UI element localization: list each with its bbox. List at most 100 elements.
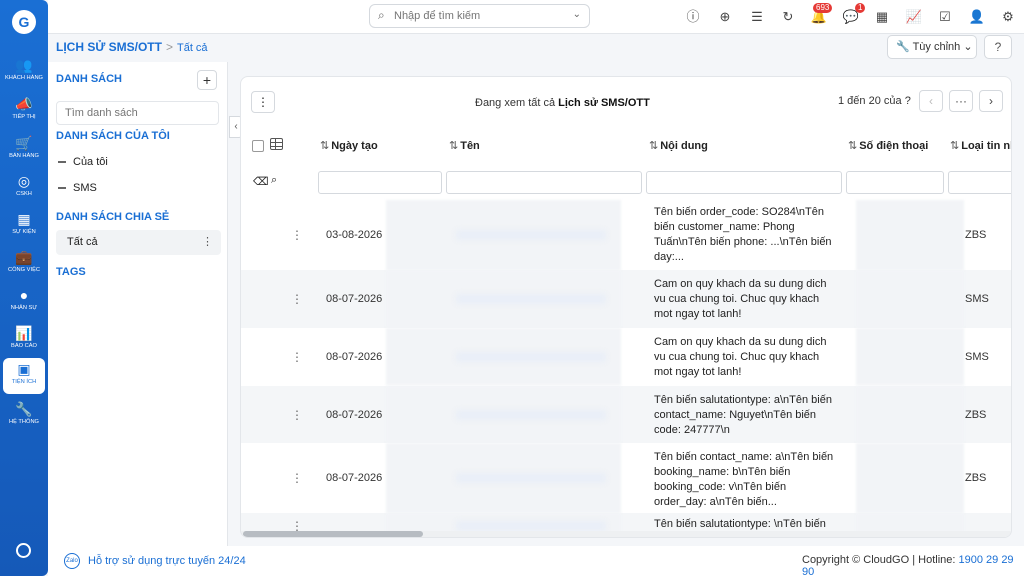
breadcrumb: LỊCH SỬ SMS/OTT > Tất cả <box>56 40 208 54</box>
add-list-button[interactable]: + <box>197 70 217 90</box>
rail-item-calendar[interactable]: ▦ SỰ KIỆN <box>3 208 45 244</box>
wrench-icon: 🔧 <box>896 41 910 53</box>
cloudgo-logo[interactable]: G <box>12 10 36 34</box>
row-message-type: ZBS <box>965 472 987 484</box>
lists-heading: DANH SÁCH <box>56 73 122 85</box>
list-icon[interactable]: ☰ <box>748 8 766 26</box>
global-search[interactable]: ⌕ ⌄ <box>369 4 590 28</box>
add-icon[interactable]: ⊕ <box>716 8 734 26</box>
list-search-input[interactable] <box>56 101 219 125</box>
clear-filter-icon[interactable]: ⌫ <box>253 175 269 188</box>
breadcrumb-current[interactable]: Tất cả <box>177 42 208 54</box>
row-content: Cam on quy khach da su dung dich vu cua … <box>654 336 827 378</box>
rail-item-label: TIỆN ÍCH <box>11 379 37 385</box>
chevron-down-icon: ⌄ <box>963 41 973 53</box>
search-input[interactable] <box>394 8 564 24</box>
records-table-card: ⋮ Đang xem tất cả Lịch sử SMS/OTT 1 đến … <box>240 76 1012 538</box>
rail-item-megaphone[interactable]: 📣 TIẾP THỊ <box>3 93 45 129</box>
top-bar: ⌕ ⌄ ⓘ ⊕ ☰ ↻ 🔔 693 💬 1 ▦ 📈 ☑ 👤 ⚙ <box>48 0 1024 34</box>
redacted-name-text <box>456 410 606 420</box>
row-menu-icon[interactable]: ⋮ <box>291 408 303 422</box>
table-row[interactable]: ⋮ 08-07-2026 Cam on quy khach da su dung d… <box>241 270 1011 328</box>
row-menu-icon[interactable]: ⋮ <box>291 228 303 242</box>
table-row[interactable]: ⋮ 08-07-2026 Cam on quy khach da su dung d… <box>241 328 1011 385</box>
page-title[interactable]: LỊCH SỬ SMS/OTT <box>56 40 162 54</box>
left-rail: G 👥 KHÁCH HÀNG 📣 TIẾP THỊ 🛒 BÁN HÀNG ◎ CSKH ▦ SỰ … <box>0 0 48 576</box>
prev-page-button[interactable]: ‹ <box>919 90 943 112</box>
table-row[interactable]: ⋮ 08-07-2026 Tên biến salutationtype: a\nT… <box>241 386 1011 443</box>
redacted-name-text <box>456 230 606 240</box>
filter-name[interactable] <box>446 171 642 194</box>
chart-icon[interactable]: 📈 <box>905 8 923 26</box>
column-name[interactable]: ⇅ Tên <box>449 139 480 152</box>
list-item-sms[interactable]: SMS <box>58 182 97 194</box>
next-page-button[interactable]: › <box>979 90 1003 112</box>
select-all-checkbox[interactable] <box>252 140 264 152</box>
filter-created-date[interactable] <box>318 171 442 194</box>
list-item-mine[interactable]: Của tôi <box>58 156 108 168</box>
column-message-type[interactable]: ⇅ Loại tin nh <box>950 139 1011 152</box>
online-support-link[interactable]: Hỗ trợ sử dụng trực tuyến 24/24 <box>88 555 246 567</box>
rail-item-person[interactable]: ● NHÂN SỰ <box>3 284 45 320</box>
rail-item-label: NHÂN SỰ <box>10 305 38 311</box>
pager-total[interactable]: ? <box>905 95 911 107</box>
redacted-phone-cell <box>856 200 964 270</box>
rail-item-customers[interactable]: 👥 KHÁCH HÀNG <box>3 54 45 90</box>
user-icon[interactable]: 👤 <box>968 8 986 26</box>
rail-item-report[interactable]: 📊 BÁO CÁO <box>3 322 45 358</box>
column-content[interactable]: ⇅ Nội dung <box>649 139 708 152</box>
clock-icon[interactable] <box>16 543 31 558</box>
wrench-icon: 🔧 <box>15 401 33 417</box>
filter-message-type[interactable] <box>948 171 1011 194</box>
redacted-phone-cell <box>856 386 964 443</box>
zalo-icon[interactable]: Zalo <box>64 553 80 569</box>
sort-icon: ⇅ <box>649 140 659 152</box>
column-created-date[interactable]: ⇅ Ngày tạo <box>320 139 378 152</box>
rail-item-utilities[interactable]: ▣ TIỆN ÍCH <box>3 358 45 394</box>
rail-item-cart[interactable]: 🛒 BÁN HÀNG <box>3 132 45 168</box>
rail-item-wrench[interactable]: 🔧 HỆ THỐNG <box>3 398 45 434</box>
row-created-date: 03-08-2026 <box>326 229 383 241</box>
filter-content[interactable] <box>646 171 842 194</box>
row-menu-icon[interactable]: ⋮ <box>291 350 303 364</box>
cart-icon: 🛒 <box>15 135 33 151</box>
list-dash-icon <box>58 187 66 190</box>
gear-icon[interactable]: ⚙ <box>999 8 1017 26</box>
filter-phone[interactable] <box>846 171 944 194</box>
refresh-icon[interactable]: ↻ <box>779 8 797 26</box>
chevron-down-icon[interactable]: ⌄ <box>573 9 581 20</box>
search-icon[interactable]: ⌕ <box>271 174 277 187</box>
help-button[interactable]: ? <box>984 35 1012 59</box>
table-menu-button[interactable]: ⋮ <box>251 91 275 113</box>
scrollbar-thumb[interactable] <box>243 531 423 537</box>
shared-lists-heading: DANH SÁCH CHIA SẺ <box>56 211 170 223</box>
sort-icon: ⇅ <box>320 140 330 152</box>
alert-icon[interactable]: ⓘ <box>684 8 702 26</box>
sort-icon: ⇅ <box>950 140 960 152</box>
shared-list-item-all[interactable]: Tất cả ⋮ <box>56 230 221 255</box>
rail-item-label: BÁN HÀNG <box>9 153 39 159</box>
rail-item-support[interactable]: ◎ CSKH <box>3 170 45 206</box>
row-menu-icon[interactable]: ⋮ <box>291 471 303 485</box>
row-content: Tên biến order_code: SO284\nTên biến cus… <box>654 206 832 263</box>
table-grid-icon[interactable] <box>270 138 283 150</box>
customize-button[interactable]: 🔧 Tùy chỉnh ⌄ <box>887 35 977 59</box>
rail-item-label: CSKH <box>16 191 32 197</box>
row-message-type: SMS <box>965 293 989 305</box>
calendar-icon[interactable]: ▦ <box>873 8 891 26</box>
table-row[interactable]: ⋮ 08-07-2026 Tên biến contact_name: a\nTên… <box>241 443 1011 513</box>
more-pages-button[interactable]: ··· <box>949 90 973 112</box>
notification-badge: 693 <box>813 3 833 13</box>
column-phone[interactable]: ⇅ Số điện thoại <box>848 139 928 152</box>
row-message-type: ZBS <box>965 409 987 421</box>
rail-item-briefcase[interactable]: 💼 CÔNG VIỆC <box>3 246 45 282</box>
table-row[interactable]: ⋮ 03-08-2026 Tên biến order_code: SO284\nT… <box>241 200 1011 270</box>
footer: Zalo Hỗ trợ sử dụng trực tuyến 24/24 Cop… <box>48 546 1024 576</box>
row-menu-icon[interactable]: ⋮ <box>291 292 303 306</box>
row-content: Tên biến contact_name: a\nTên biến booki… <box>654 451 834 508</box>
redacted-name-text <box>456 521 606 531</box>
task-check-icon[interactable]: ☑ <box>936 8 954 26</box>
horizontal-scrollbar[interactable] <box>241 531 1011 537</box>
more-vertical-icon[interactable]: ⋮ <box>202 230 213 255</box>
report-icon: 📊 <box>15 325 33 341</box>
